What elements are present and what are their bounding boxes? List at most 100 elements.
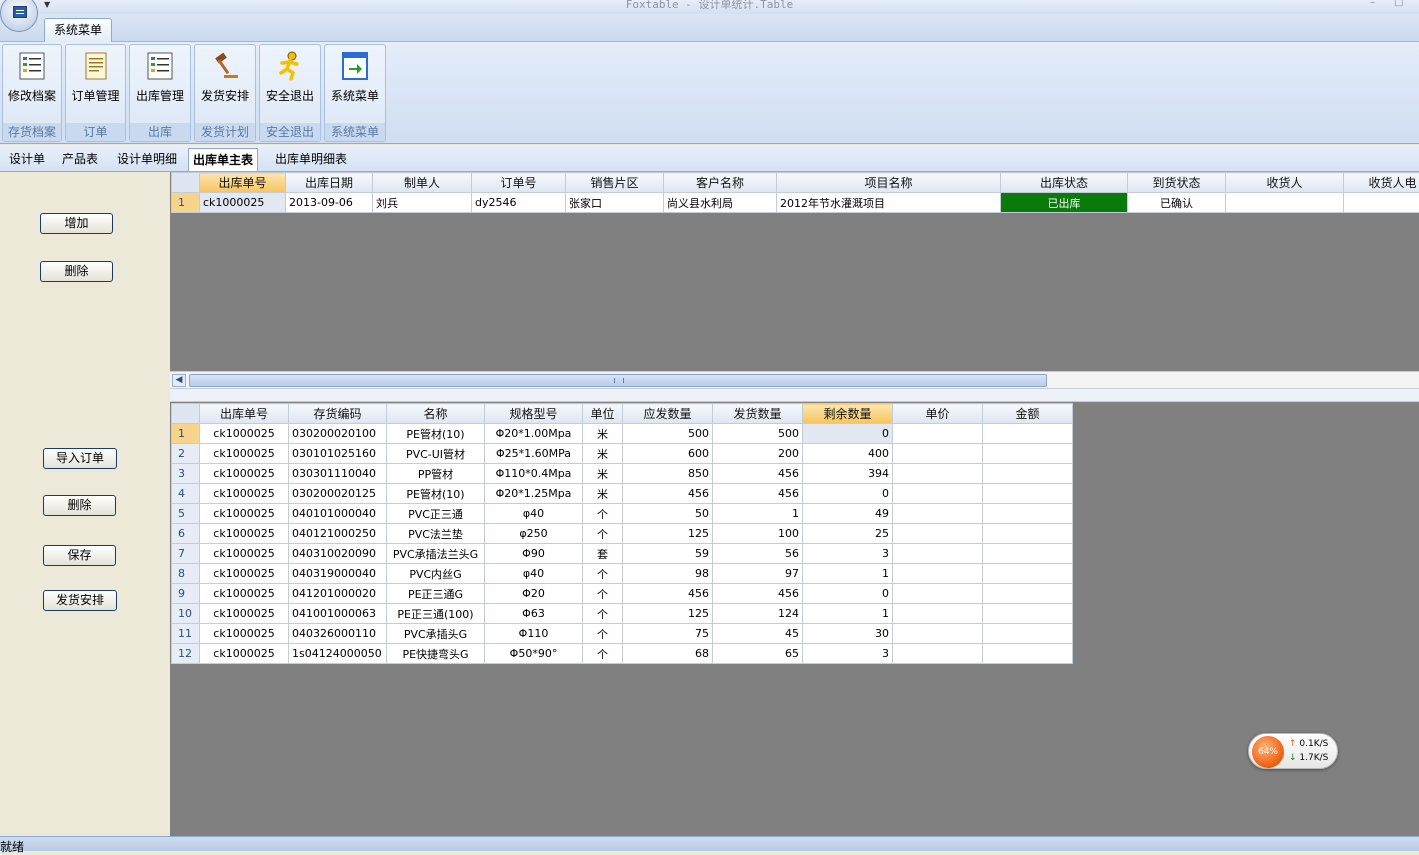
status-cell[interactable]: 已出库 [1001, 193, 1128, 213]
table-cell[interactable]: 124 [713, 604, 803, 624]
table-cell[interactable]: Φ110 [485, 624, 583, 644]
table-cell[interactable]: 2012年节水灌溉项目 [777, 193, 1001, 213]
table-cell[interactable]: 456 [623, 484, 713, 504]
table-cell[interactable]: 1 [713, 504, 803, 524]
table-cell[interactable]: Φ20 [485, 584, 583, 604]
table-cell[interactable]: 040121000250 [289, 524, 387, 544]
system-menu-button[interactable]: 系统菜单 [325, 45, 385, 125]
row-number[interactable]: 2 [172, 444, 200, 464]
table-cell[interactable] [983, 524, 1073, 544]
table-cell[interactable]: PVC正三通 [387, 504, 485, 524]
row-number[interactable]: 6 [172, 524, 200, 544]
table-cell[interactable] [983, 484, 1073, 504]
import-order-button[interactable]: 导入订单 [43, 448, 117, 469]
splitter[interactable] [170, 388, 1419, 402]
column-header[interactable]: 销售片区 [566, 173, 664, 193]
column-header[interactable]: 应发数量 [623, 404, 713, 424]
table-cell[interactable] [893, 584, 983, 604]
row-number[interactable]: 1 [172, 193, 200, 213]
table-cell[interactable]: φ40 [485, 564, 583, 584]
add-button[interactable]: 增加 [40, 213, 113, 234]
table-cell[interactable]: 49 [803, 504, 893, 524]
table-cell[interactable] [983, 424, 1073, 444]
table-row[interactable]: 7ck1000025040310020090PVC承插法兰头GΦ90套59563 [172, 544, 1073, 564]
table-cell[interactable]: 040101000040 [289, 504, 387, 524]
table-cell[interactable]: 尚义县水利局 [664, 193, 777, 213]
table-cell[interactable]: 400 [803, 444, 893, 464]
tab-outbound-master[interactable]: 出库单主表 [188, 148, 258, 171]
table-cell[interactable]: ck1000025 [200, 484, 289, 504]
table-cell[interactable] [983, 624, 1073, 644]
tab-outbound-detail[interactable]: 出库单明细表 [271, 148, 351, 171]
table-cell[interactable]: 456 [623, 584, 713, 604]
table-cell[interactable]: 56 [713, 544, 803, 564]
save-button[interactable]: 保存 [43, 545, 116, 566]
table-cell[interactable]: PE正三通G [387, 584, 485, 604]
table-cell[interactable] [893, 424, 983, 444]
table-cell[interactable]: PVC-UI管材 [387, 444, 485, 464]
column-header[interactable]: 出库状态 [1001, 173, 1128, 193]
table-cell[interactable]: 040326000110 [289, 624, 387, 644]
table-cell[interactable]: PE正三通(100) [387, 604, 485, 624]
table-cell[interactable]: ck1000025 [200, 544, 289, 564]
table-cell[interactable]: 0 [803, 424, 893, 444]
column-header[interactable]: 收货人电 [1344, 173, 1419, 193]
table-cell[interactable]: 600 [623, 444, 713, 464]
table-cell[interactable]: 030200020100 [289, 424, 387, 444]
table-cell[interactable]: 25 [803, 524, 893, 544]
row-number[interactable]: 4 [172, 484, 200, 504]
table-cell[interactable] [893, 444, 983, 464]
table-cell[interactable]: 个 [583, 584, 623, 604]
table-cell[interactable]: 米 [583, 424, 623, 444]
tab-product-table[interactable]: 产品表 [58, 148, 102, 171]
table-row[interactable]: 2ck1000025030101025160PVC-UI管材Φ25*1.60MP… [172, 444, 1073, 464]
maximize-button[interactable]: □ [1394, 0, 1403, 8]
table-cell[interactable]: 1 [803, 564, 893, 584]
grid-corner[interactable] [172, 404, 200, 424]
column-header[interactable]: 出库单号 [200, 404, 289, 424]
tab-design-order-detail[interactable]: 设计单明细 [113, 148, 181, 171]
table-cell[interactable]: 个 [583, 624, 623, 644]
table-cell[interactable]: 米 [583, 464, 623, 484]
table-cell[interactable]: PE快捷弯头G [387, 644, 485, 664]
table-cell[interactable]: PVC内丝G [387, 564, 485, 584]
table-cell[interactable]: 394 [803, 464, 893, 484]
table-cell[interactable]: 59 [623, 544, 713, 564]
table-cell[interactable]: 0 [803, 584, 893, 604]
scroll-left-icon[interactable]: ◀ [172, 374, 186, 387]
table-cell[interactable]: ck1000025 [200, 504, 289, 524]
table-cell[interactable]: 030101025160 [289, 444, 387, 464]
row-number[interactable]: 12 [172, 644, 200, 664]
row-number[interactable]: 5 [172, 504, 200, 524]
table-cell[interactable]: 98 [623, 564, 713, 584]
order-management-button[interactable]: 订单管理 [66, 45, 125, 125]
table-cell[interactable]: 个 [583, 524, 623, 544]
table-cell[interactable]: ck1000025 [200, 524, 289, 544]
table-cell[interactable]: 850 [623, 464, 713, 484]
table-cell[interactable]: Φ20*1.00Mpa [485, 424, 583, 444]
table-cell[interactable]: 97 [713, 564, 803, 584]
minimize-button[interactable]: – [1370, 0, 1375, 8]
table-row[interactable]: 1ck1000025030200020100PE管材(10)Φ20*1.00Mp… [172, 424, 1073, 444]
table-cell[interactable]: dy2546 [472, 193, 566, 213]
table-cell[interactable] [983, 604, 1073, 624]
table-cell[interactable]: 张家口 [566, 193, 664, 213]
table-cell[interactable]: Φ25*1.60MPa [485, 444, 583, 464]
row-number[interactable]: 11 [172, 624, 200, 644]
column-header[interactable]: 单价 [893, 404, 983, 424]
column-header[interactable]: 金额 [983, 404, 1073, 424]
table-cell[interactable]: Φ50*90° [485, 644, 583, 664]
delete-detail-button[interactable]: 删除 [43, 495, 116, 516]
table-cell[interactable] [893, 564, 983, 584]
table-cell[interactable]: PVC承插头G [387, 624, 485, 644]
table-cell[interactable]: 个 [583, 504, 623, 524]
table-cell[interactable]: 米 [583, 444, 623, 464]
table-row[interactable]: 4ck1000025030200020125PE管材(10)Φ20*1.25Mp… [172, 484, 1073, 504]
table-cell[interactable]: PE管材(10) [387, 424, 485, 444]
column-header[interactable]: 发货数量 [713, 404, 803, 424]
row-number[interactable]: 1 [172, 424, 200, 444]
column-header[interactable]: 剩余数量 [803, 404, 893, 424]
column-header[interactable]: 存货编码 [289, 404, 387, 424]
scrollbar-thumb[interactable] [189, 374, 1047, 387]
row-number[interactable]: 8 [172, 564, 200, 584]
